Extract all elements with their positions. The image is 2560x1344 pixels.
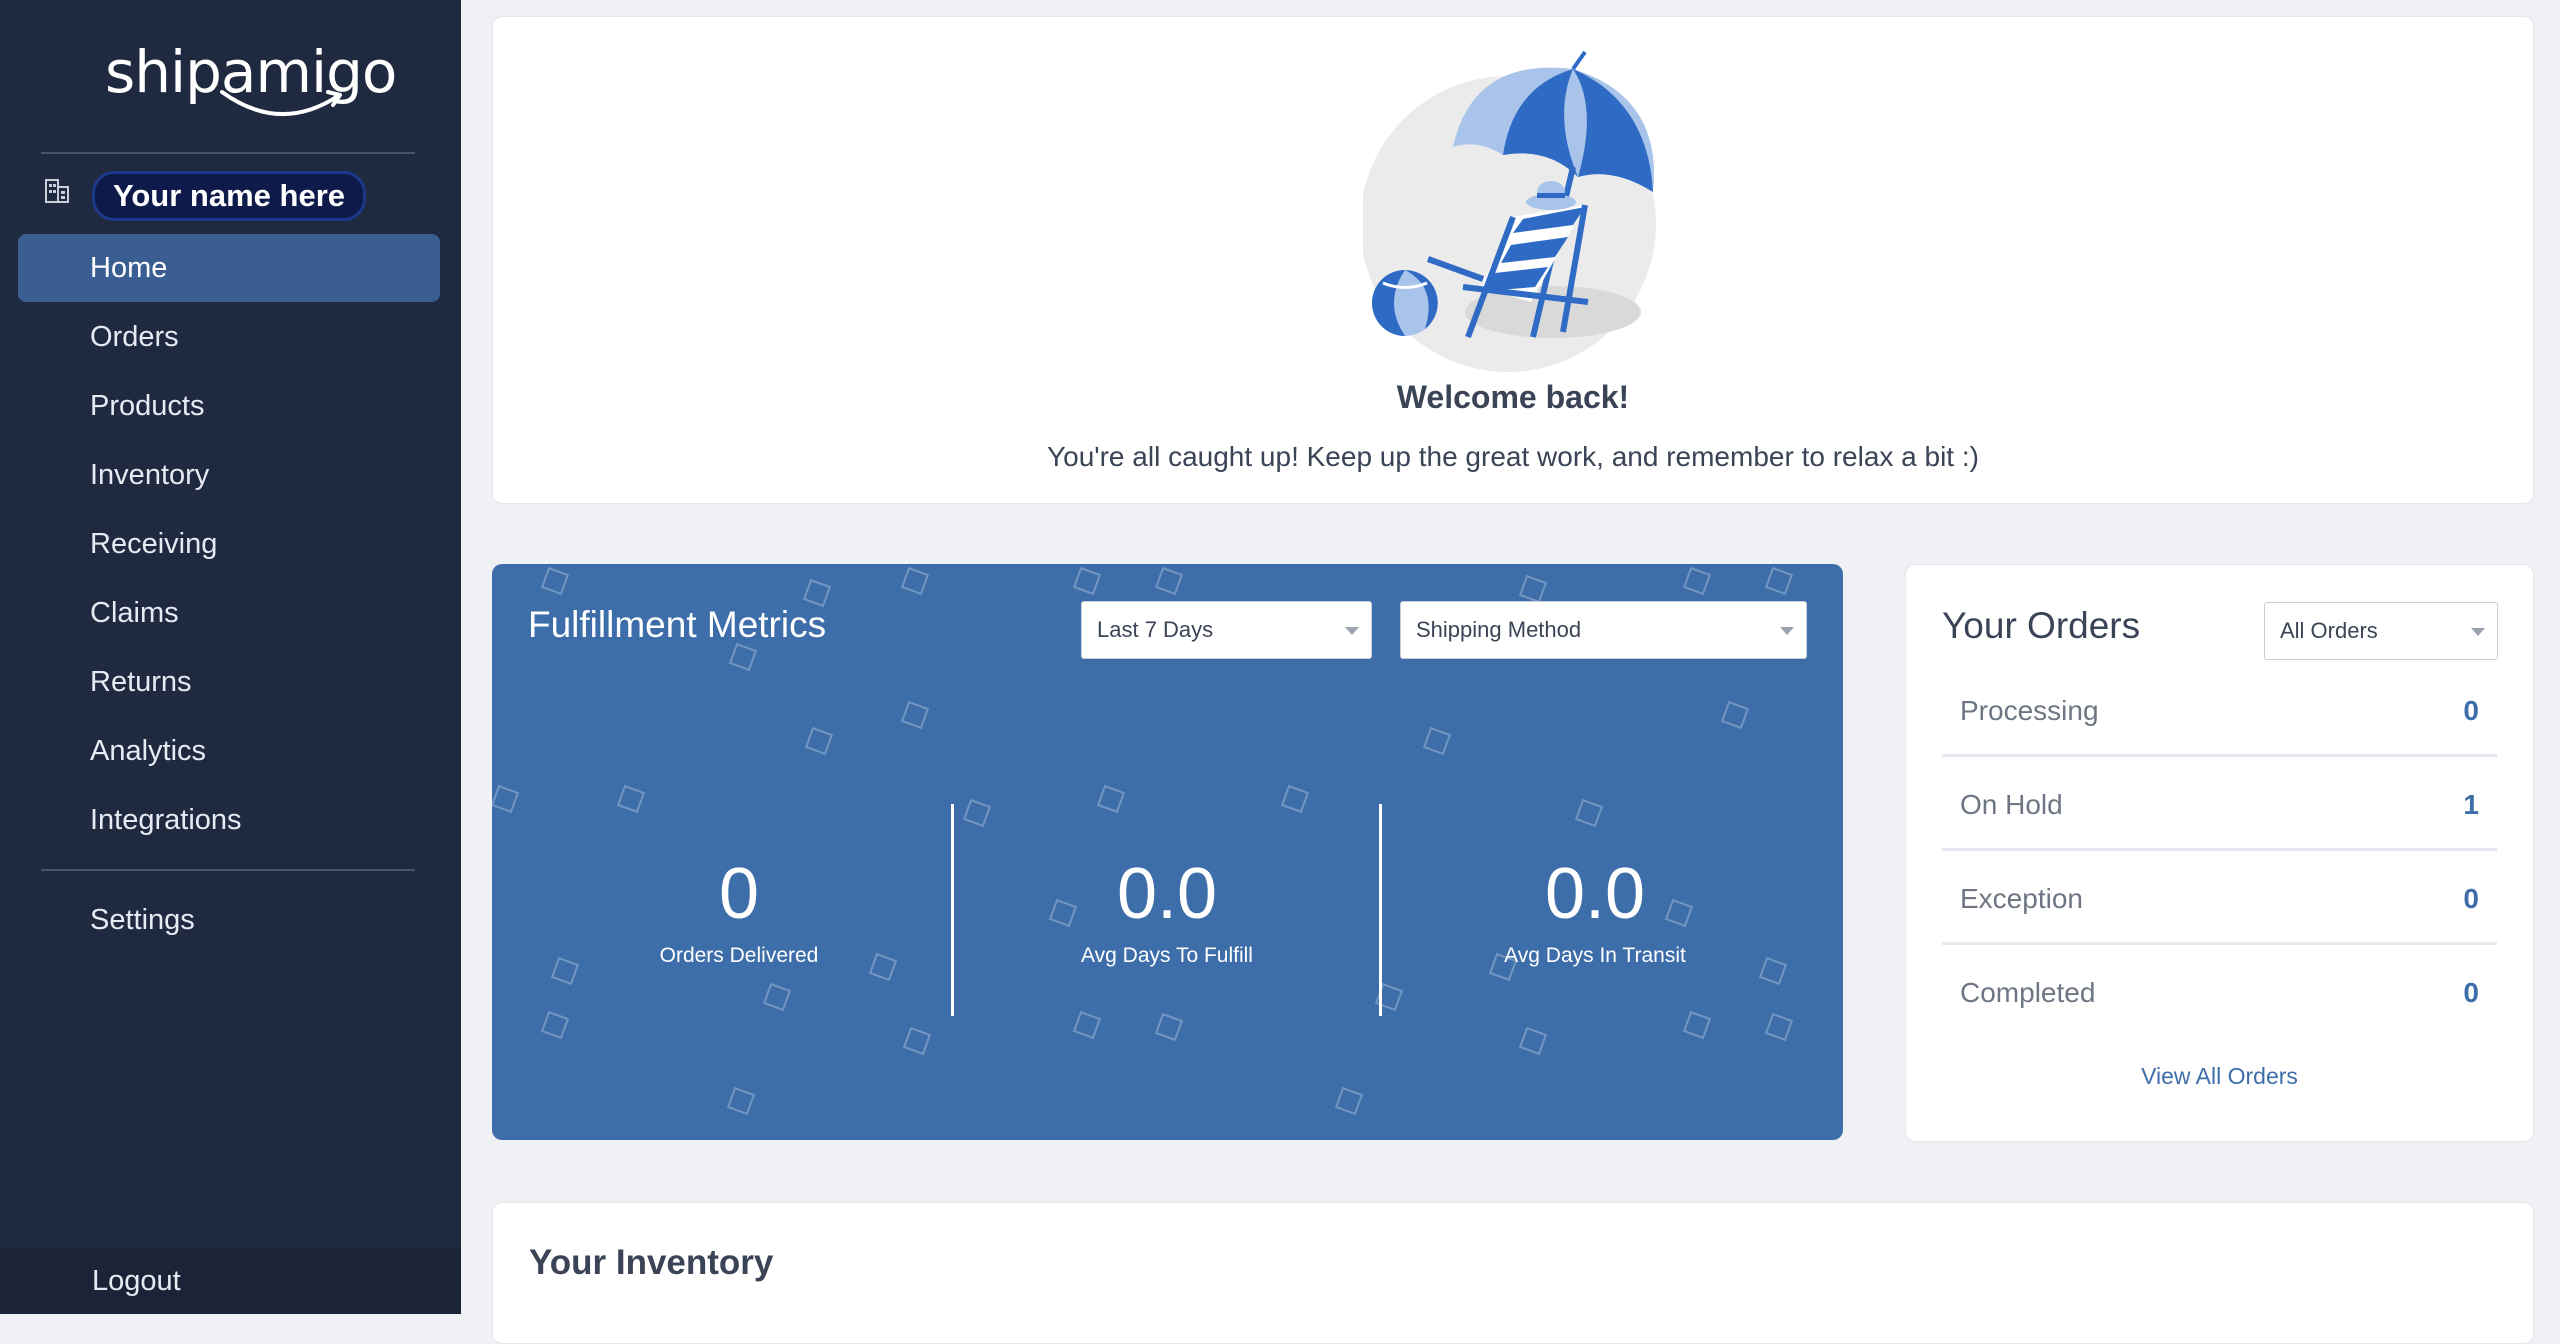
caret-down-icon (1780, 627, 1794, 635)
decorative-square (804, 726, 834, 756)
decorative-square (1682, 1010, 1712, 1040)
caret-down-icon (2471, 628, 2485, 636)
order-status-row[interactable]: Processing 0 (1942, 665, 2497, 757)
nav-home[interactable]: Home (18, 234, 440, 302)
welcome-card: Welcome back! You're all caught up! Keep… (492, 16, 2534, 504)
metric-orders-delivered: 0 Orders Delivered (529, 854, 949, 968)
nav-receiving[interactable]: Receiving (18, 510, 440, 578)
your-orders-card: Your Orders All Orders Processing 0 On H… (1905, 564, 2534, 1142)
nav-inventory[interactable]: Inventory (18, 441, 440, 509)
sidebar-divider (41, 152, 415, 154)
order-status-label: Processing (1960, 695, 2099, 726)
sidebar: shipamigo Your name here Home Orders Pro… (0, 0, 461, 1314)
shipping-method-value: Shipping Method (1416, 617, 1582, 642)
metric-label: Orders Delivered (659, 944, 819, 967)
order-status-row[interactable]: Completed 0 (1942, 947, 2497, 1039)
decorative-square (1574, 798, 1604, 828)
welcome-message: You're all caught up! Keep up the great … (1047, 441, 1979, 472)
nav-returns[interactable]: Returns (18, 648, 440, 716)
nav-orders[interactable]: Orders (18, 303, 440, 371)
decorative-square (902, 1026, 932, 1056)
metric-divider (1379, 804, 1382, 1016)
caret-down-icon (1345, 627, 1359, 635)
order-status-label: On Hold (1960, 789, 2063, 820)
decorative-square (1422, 726, 1452, 756)
metric-label: Avg Days To Fulfill (1081, 944, 1253, 967)
nav-claims[interactable]: Claims (18, 579, 440, 647)
order-status-count[interactable]: 1 (2463, 789, 2479, 821)
decorative-square (962, 798, 992, 828)
decorative-square (1518, 574, 1548, 604)
welcome-title: Welcome back! (1396, 379, 1630, 415)
fulfillment-metrics-card: Fulfillment Metrics Last 7 Days Shipping… (492, 564, 1843, 1140)
decorative-square (1280, 784, 1310, 814)
date-range-select[interactable]: Last 7 Days (1081, 601, 1372, 659)
your-inventory-card: Your Inventory (492, 1202, 2534, 1344)
nav-settings[interactable]: Settings (18, 886, 440, 954)
order-status-row[interactable]: Exception 0 (1942, 853, 2497, 945)
your-inventory-title: Your Inventory (529, 1243, 774, 1282)
decorative-square (726, 1086, 756, 1116)
decorative-square (900, 700, 930, 730)
order-status-row[interactable]: On Hold 1 (1942, 759, 2497, 851)
shipamigo-logo[interactable]: shipamigo (105, 38, 397, 128)
decorative-square (1072, 566, 1102, 596)
decorative-square (1096, 784, 1126, 814)
company-selector[interactable]: Your name here (40, 168, 440, 221)
nav-analytics[interactable]: Analytics (18, 717, 440, 785)
decorative-square (1720, 700, 1750, 730)
view-all-orders-link[interactable]: View All Orders (1906, 1063, 2533, 1090)
beach-chair-illustration (1363, 50, 1656, 372)
your-orders-title: Your Orders (1942, 605, 2141, 646)
building-icon (45, 179, 69, 203)
metric-divider (951, 804, 954, 1016)
metric-value: 0.0 (1116, 854, 1218, 934)
metric-value: 0 (718, 854, 760, 934)
logout-button[interactable]: Logout (0, 1248, 461, 1314)
decorative-square (900, 566, 930, 596)
decorative-square (1682, 566, 1712, 596)
decorative-square (802, 578, 832, 608)
decorative-square (1154, 566, 1184, 596)
metric-label: Avg Days In Transit (1504, 944, 1686, 967)
decorative-square (1764, 566, 1794, 596)
order-status-label: Exception (1960, 883, 2083, 914)
decorative-square (1154, 1012, 1184, 1042)
decorative-square (1518, 1026, 1548, 1056)
order-status-count[interactable]: 0 (2463, 977, 2479, 1009)
shipping-method-select[interactable]: Shipping Method (1400, 601, 1807, 659)
fulfillment-metrics-title: Fulfillment Metrics (528, 604, 827, 645)
decorative-square (616, 784, 646, 814)
sidebar-divider (41, 869, 415, 871)
company-name[interactable]: Your name here (92, 171, 367, 221)
decorative-square (540, 1010, 570, 1040)
decorative-square (1764, 1012, 1794, 1042)
decorative-square (728, 642, 758, 672)
order-status-count[interactable]: 0 (2463, 883, 2479, 915)
metric-value: 0.0 (1544, 854, 1646, 934)
nav-integrations[interactable]: Integrations (18, 786, 440, 854)
decorative-square (1072, 1010, 1102, 1040)
metric-avg-days-to-fulfill: 0.0 Avg Days To Fulfill (957, 854, 1377, 968)
order-status-count[interactable]: 0 (2463, 695, 2479, 727)
order-filter-select[interactable]: All Orders (2264, 602, 2498, 660)
decorative-square (492, 784, 520, 814)
order-status-label: Completed (1960, 977, 2096, 1008)
decorative-square (762, 982, 792, 1012)
decorative-square (540, 566, 570, 596)
date-range-value: Last 7 Days (1097, 617, 1214, 642)
logo-smile-icon (220, 90, 342, 116)
metric-avg-days-in-transit: 0.0 Avg Days In Transit (1385, 854, 1805, 968)
decorative-square (1334, 1086, 1364, 1116)
order-filter-value: All Orders (2280, 618, 2378, 643)
nav-products[interactable]: Products (18, 372, 440, 440)
